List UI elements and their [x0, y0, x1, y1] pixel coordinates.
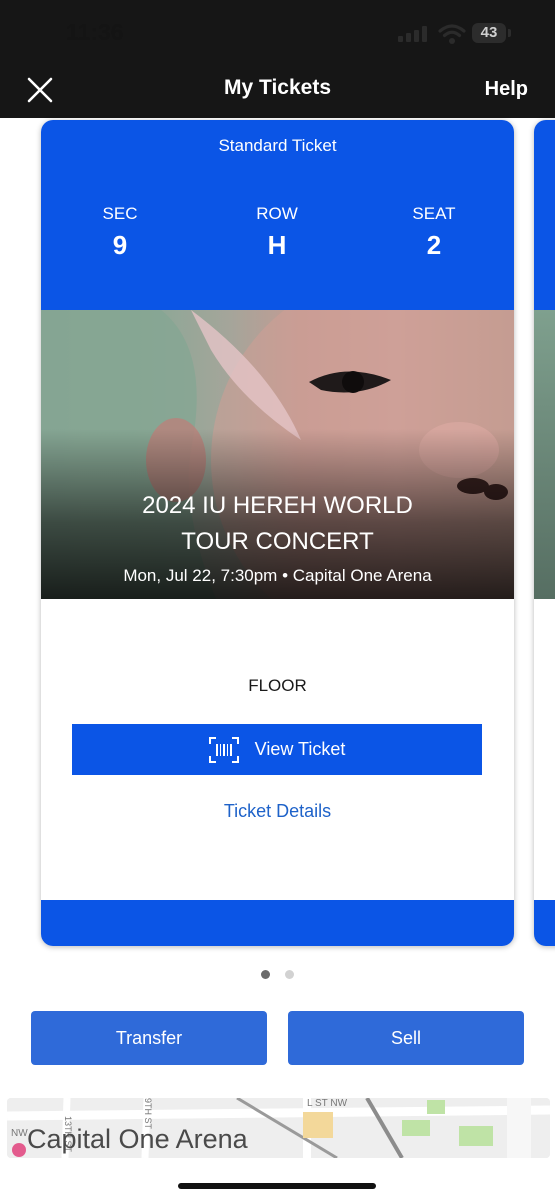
- barcode-icon: [208, 736, 239, 763]
- row-label: ROW: [256, 204, 298, 223]
- ticket-type: Standard Ticket: [218, 136, 337, 155]
- ticket-footer: [41, 900, 514, 946]
- street-label: NW: [11, 1128, 28, 1139]
- street-label: L ST NW: [307, 1098, 348, 1109]
- status-time: 11:36: [66, 19, 124, 45]
- battery-icon: 43: [472, 23, 506, 43]
- row-value: H: [267, 230, 287, 260]
- help-button[interactable]: Help: [485, 78, 528, 101]
- seat-info: SEAT 2: [374, 204, 494, 261]
- ticket-card[interactable]: Standard Ticket SEC 9 ROW H SEAT 2 2024 …: [41, 120, 514, 946]
- ticket-header: Standard Ticket SEC 9 ROW H SEAT 2: [41, 120, 514, 310]
- view-ticket-label: View Ticket: [254, 739, 346, 759]
- section-info: SEC 9: [60, 204, 180, 261]
- home-indicator: [178, 1183, 376, 1189]
- seat-label: SEAT: [412, 204, 456, 223]
- top-bar: 11:36 43 My Tickets Help: [0, 0, 555, 118]
- map-venue-label: Capital One Arena: [27, 1124, 248, 1154]
- event-title: 2024 IU HEREH WORLD TOUR CONCERT: [41, 488, 514, 560]
- transfer-button[interactable]: Transfer: [31, 1011, 267, 1065]
- page-dot-active[interactable]: [261, 970, 271, 979]
- event-title-line-2: TOUR CONCERT: [181, 528, 374, 555]
- battery-nub: [508, 29, 511, 37]
- sec-label: SEC: [102, 204, 138, 223]
- page-indicator: [0, 966, 555, 984]
- wifi-icon: [438, 24, 466, 44]
- ticket-details-link[interactable]: Ticket Details: [41, 801, 514, 822]
- sec-value: 9: [112, 230, 128, 260]
- event-image: 2024 IU HEREH WORLD TOUR CONCERT Mon, Ju…: [41, 310, 514, 599]
- next-ticket-image: [534, 310, 555, 599]
- venue-map[interactable]: L ST NW NW 13TH ST 9TH ST Capital One Ar…: [7, 1098, 550, 1158]
- seat-value: 2: [426, 230, 442, 260]
- page-dot[interactable]: [284, 970, 294, 979]
- signal-icon: [398, 26, 428, 42]
- page-title: My Tickets: [224, 76, 331, 99]
- view-ticket-button[interactable]: View Ticket: [72, 724, 482, 775]
- next-ticket-card[interactable]: [534, 120, 555, 946]
- next-ticket-body: [534, 599, 555, 900]
- event-title-line-1: 2024 IU HEREH WORLD: [142, 492, 413, 519]
- sell-button[interactable]: Sell: [288, 1011, 524, 1065]
- row-info: ROW H: [217, 204, 337, 261]
- event-date-venue: Mon, Jul 22, 7:30pm • Capital One Arena: [123, 566, 432, 585]
- section-name: FLOOR: [248, 676, 307, 695]
